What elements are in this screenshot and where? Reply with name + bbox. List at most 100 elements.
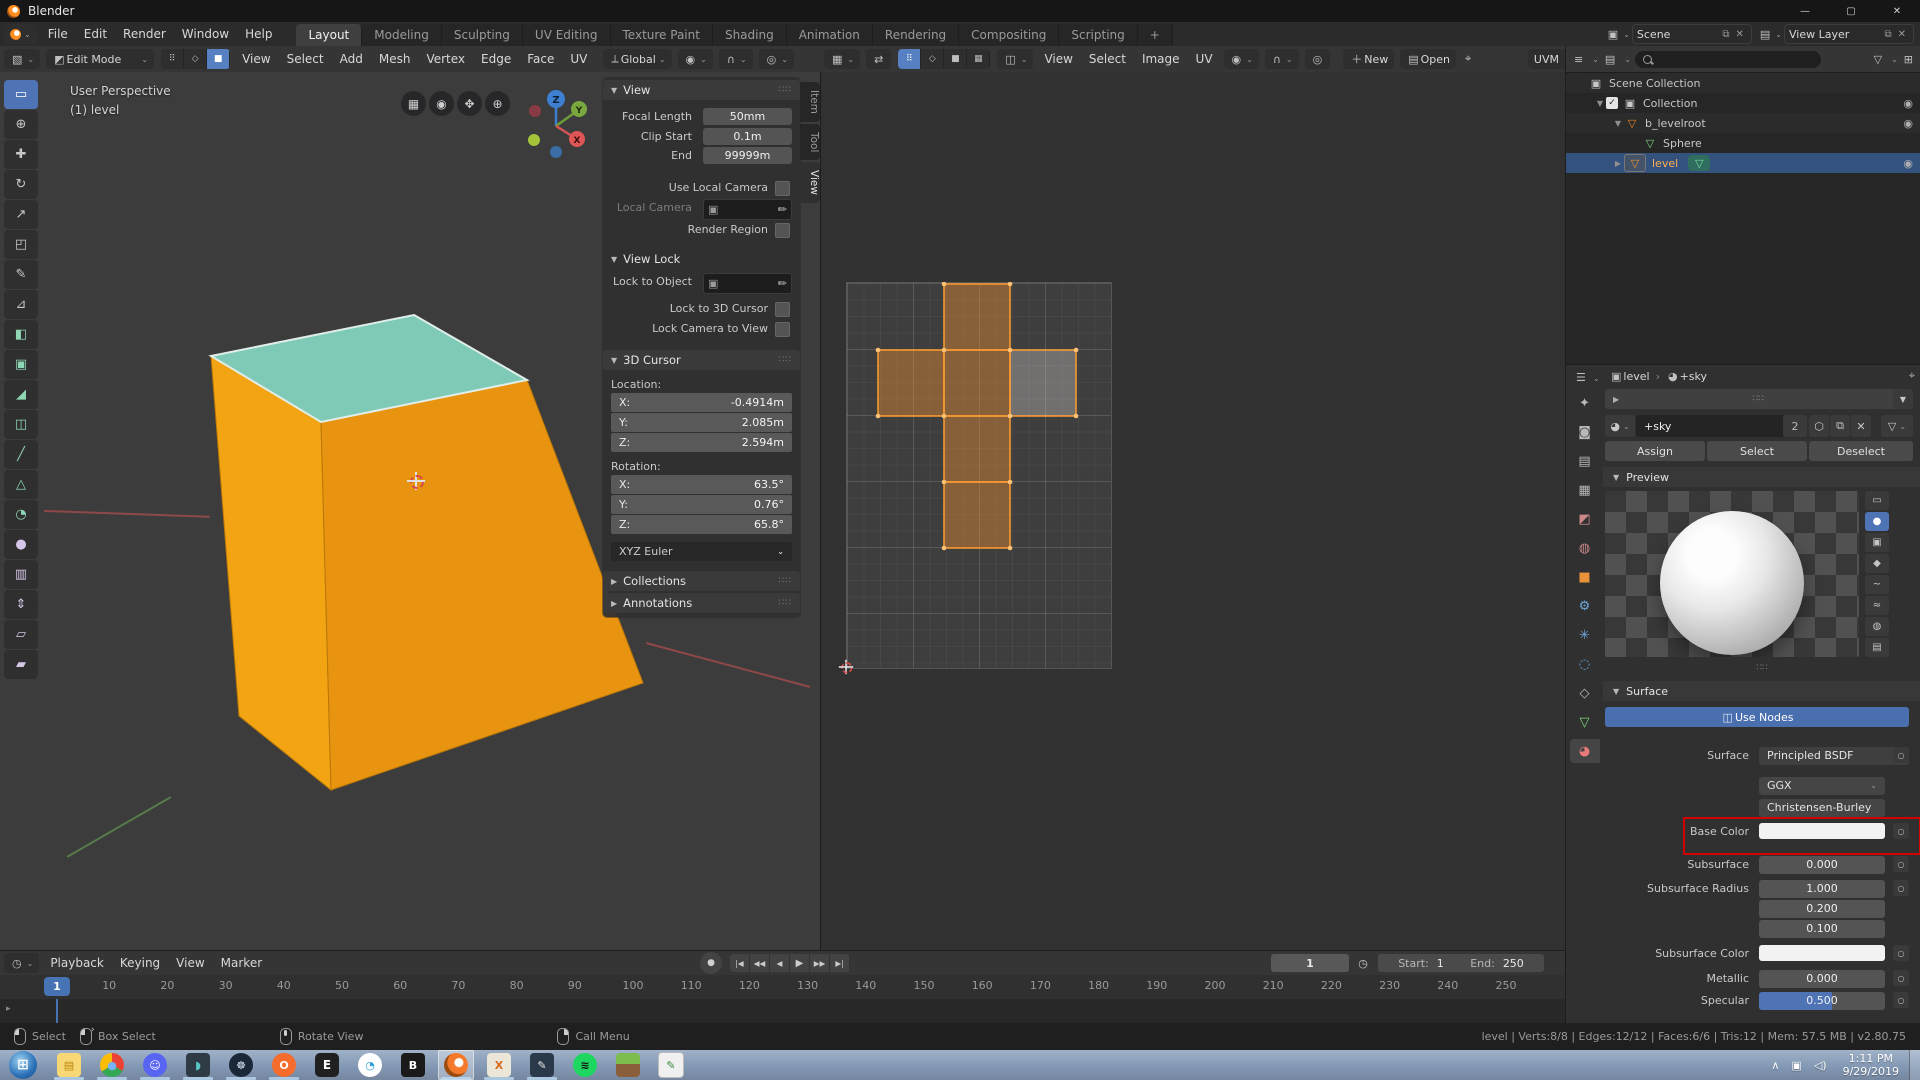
vertex-select-button[interactable]: ⠿ — [161, 49, 184, 69]
edge-select-button[interactable]: ◇ — [184, 49, 207, 69]
workspace-tab-layout[interactable]: Layout — [296, 24, 362, 46]
panel-grip-icon[interactable]: ∷∷ — [779, 85, 792, 95]
keyframe-dot-icon[interactable]: ○ — [1893, 970, 1909, 986]
tool-scale[interactable]: ↗ — [4, 200, 38, 229]
jump-to-end-button[interactable]: ▶| — [830, 954, 850, 972]
preview-panel-header[interactable]: ▼Preview∷∷ — [1603, 467, 1920, 487]
surface-panel-header[interactable]: ▼Surface∷∷ — [1603, 681, 1920, 701]
viewport-3d[interactable]: ▭⊕✚↻↗◰✎⊿◧▣◢◫╱△◔●▥⇕▱▰ User Perspective (1… — [0, 72, 820, 950]
uv-menu-uv[interactable]: UV — [1188, 47, 1221, 71]
use-local-camera-checkbox[interactable] — [775, 181, 790, 196]
properties-tab-constraints[interactable]: ◇ — [1570, 681, 1600, 705]
tool-shear[interactable]: ▱ — [4, 620, 38, 649]
taskbar-app-battlenet[interactable]: B — [395, 1050, 431, 1080]
properties-tab-modifiers[interactable]: ⚙ — [1570, 594, 1600, 618]
view-layer-selector[interactable]: View Layer ⧉ ✕ — [1784, 24, 1914, 44]
pan-view-button[interactable]: ✥ — [457, 91, 482, 116]
lock-camera-checkbox[interactable] — [775, 322, 790, 337]
tool-annotate[interactable]: ✎ — [4, 260, 38, 289]
face-select-button[interactable]: ■ — [207, 49, 230, 69]
keyframe-dot-icon[interactable]: ○ — [1893, 856, 1909, 872]
close-button[interactable]: ✕ — [1874, 0, 1920, 22]
properties-tab-world[interactable]: ◍ — [1570, 536, 1600, 560]
camera-view-button[interactable]: ◉ — [429, 91, 454, 116]
taskbar-app-hxd[interactable]: X — [481, 1050, 517, 1080]
slider-subsurface-radius-2[interactable]: 0.100 — [1759, 920, 1885, 938]
record-button[interactable]: ● — [700, 952, 722, 974]
menu-window[interactable]: Window — [174, 22, 237, 46]
menu-render[interactable]: Render — [115, 22, 174, 46]
jump-to-start-button[interactable]: |◀ — [730, 954, 750, 972]
local-camera-field[interactable]: ▣✏ — [703, 199, 792, 220]
workspace-tab-uv-editing[interactable]: UV Editing — [523, 24, 611, 46]
viewport-menu-edge[interactable]: Edge — [473, 47, 519, 71]
n-panel-tab-tool[interactable]: Tool — [800, 124, 820, 160]
clip-start-field[interactable]: 0.1m — [703, 128, 792, 145]
collections-panel-header[interactable]: Collections — [623, 574, 686, 588]
material-specials-icon[interactable]: ▽⌄ — [1881, 415, 1913, 437]
preview-type-checker[interactable]: ▤ — [1865, 638, 1889, 657]
cursor-rotation-z[interactable]: Z:65.8° — [611, 515, 792, 534]
color-swatch[interactable] — [1759, 945, 1885, 961]
slider-subsurface[interactable]: 0.000 — [1759, 856, 1885, 874]
material-slots-list[interactable]: ▶∷∷ — [1605, 389, 1905, 409]
scene-browse-icon[interactable]: ▣ — [1608, 28, 1618, 41]
tool-poly-build[interactable]: △ — [4, 470, 38, 499]
annotations-panel-header[interactable]: Annotations — [623, 596, 692, 610]
tool-shrink-fatten[interactable]: ⇕ — [4, 590, 38, 619]
keyframe-dot-icon[interactable]: ○ — [1893, 747, 1909, 763]
tool-bevel[interactable]: ◢ — [4, 380, 38, 409]
viewport-menu-vertex[interactable]: Vertex — [418, 47, 473, 71]
collection-checkbox[interactable]: ✓ — [1606, 97, 1618, 109]
material-users-button[interactable]: 2 — [1783, 415, 1807, 437]
tool-cursor[interactable]: ⊕ — [4, 110, 38, 139]
workspace-tab-rendering[interactable]: Rendering — [873, 24, 959, 46]
workspace-tab-compositing[interactable]: Compositing — [959, 24, 1059, 46]
toggle-overlays-button[interactable]: ▦ — [401, 91, 426, 116]
uv-menu-select[interactable]: Select — [1081, 47, 1134, 71]
stopwatch-icon[interactable]: ◷ — [1352, 957, 1374, 970]
taskbar-app-steam[interactable]: ☸ — [223, 1050, 259, 1080]
network-icon[interactable]: ▣ — [1791, 1059, 1801, 1072]
snap-toggle[interactable]: ∩⌄ — [719, 49, 753, 69]
filter-type-icon[interactable]: ▤ — [1605, 53, 1615, 66]
tool-smooth[interactable]: ● — [4, 530, 38, 559]
viewport-menu-view[interactable]: View — [234, 47, 278, 71]
browse-material-button[interactable]: ◕⌄ — [1605, 415, 1635, 437]
navigation-gizmo[interactable]: Z Y X — [522, 88, 592, 158]
keyframe-dot-icon[interactable]: ○ — [1893, 992, 1909, 1008]
cursor-location-y[interactable]: Y:2.085m — [611, 413, 792, 432]
tool-move[interactable]: ✚ — [4, 140, 38, 169]
preview-type-cube[interactable]: ▣ — [1865, 533, 1889, 552]
workspace-tab-modeling[interactable]: Modeling — [362, 24, 442, 46]
uv-face-select-button[interactable]: ■ — [944, 49, 967, 69]
focal-length-field[interactable]: 50mm — [703, 108, 792, 125]
properties-tab-object[interactable]: ■ — [1570, 565, 1600, 589]
properties-tab-scene[interactable]: ◩ — [1570, 507, 1600, 531]
preview-type-fluid[interactable]: ◍ — [1865, 617, 1889, 636]
workspace-tab-shading[interactable]: Shading — [713, 24, 787, 46]
properties-tab-output[interactable]: ▤ — [1570, 449, 1600, 473]
play-button[interactable]: ▶ — [790, 954, 810, 972]
properties-tab-material[interactable]: ◕ — [1570, 739, 1600, 763]
zoom-view-button[interactable]: ⊕ — [485, 91, 510, 116]
tray-expand-icon[interactable]: ∧ — [1771, 1059, 1779, 1072]
eyedropper-icon[interactable]: ✏ — [778, 277, 787, 290]
workspace-tab-sculpting[interactable]: Sculpting — [442, 24, 523, 46]
workspace-tab-scripting[interactable]: Scripting — [1059, 24, 1137, 46]
dropdown-ggx[interactable]: GGX⌄ — [1759, 777, 1885, 795]
eye-visibility-icon[interactable]: ◉ — [1903, 97, 1913, 110]
lock-to-object-field[interactable]: ▣✏ — [703, 273, 792, 294]
workspace-tab-texture-paint[interactable]: Texture Paint — [611, 24, 713, 46]
timeline-editor-type-button[interactable]: ◷⌄ — [4, 953, 39, 973]
editor-type-button[interactable]: ▧⌄ — [4, 49, 40, 69]
uv-editor[interactable] — [820, 72, 1566, 950]
eye-visibility-icon[interactable]: ◉ — [1903, 117, 1913, 130]
taskbar-app-minecraft[interactable] — [610, 1050, 646, 1080]
pin-icon[interactable]: ⌖ — [1465, 52, 1471, 66]
outliner-search-input[interactable] — [1635, 51, 1821, 68]
taskbar-app-video-editor[interactable]: ✎ — [524, 1050, 560, 1080]
pivot-selector[interactable]: ◉⌄ — [678, 49, 713, 69]
uv-snap-toggle[interactable]: ∩⌄ — [1265, 49, 1299, 69]
next-keyframe-button[interactable]: ▶▶ — [810, 954, 830, 972]
